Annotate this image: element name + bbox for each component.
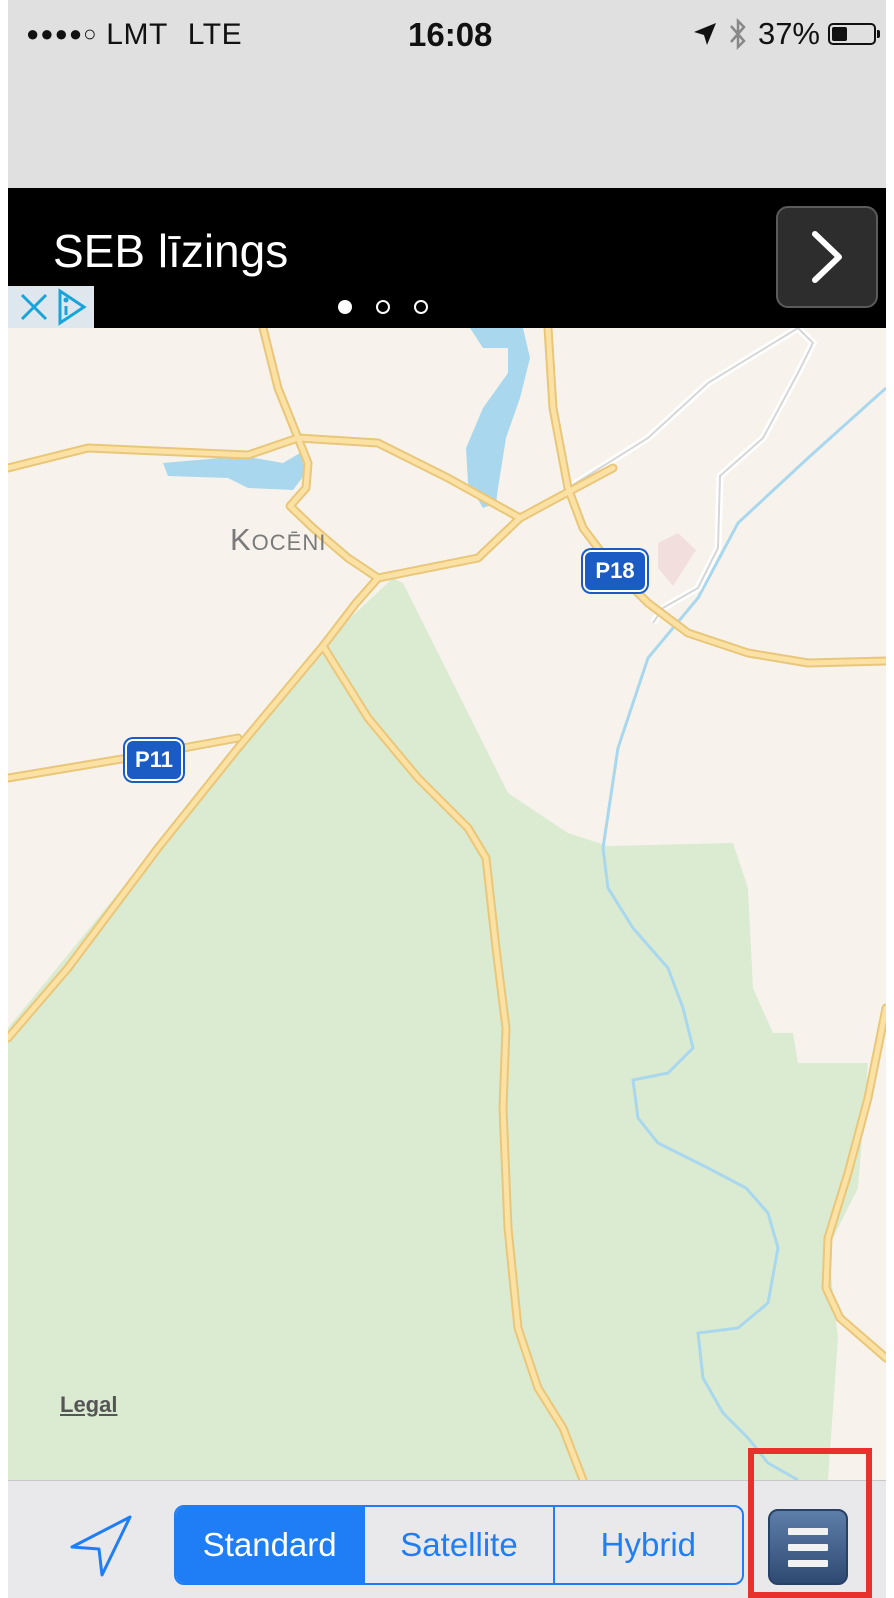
clock: 16:08	[408, 16, 493, 53]
battery-icon	[828, 23, 880, 45]
menu-icon-bar	[788, 1543, 828, 1551]
road-shield-p18: P18	[585, 552, 645, 590]
menu-icon	[788, 1527, 828, 1535]
ad-title: SEB līzings	[53, 225, 289, 277]
ad-page-indicator	[338, 300, 438, 320]
bluetooth-icon	[730, 17, 746, 51]
ad-page-dot	[338, 300, 352, 314]
signal-strength: ●●●●○	[26, 21, 98, 46]
menu-button[interactable]	[768, 1509, 848, 1585]
ad-controls	[8, 286, 94, 328]
location-arrow-icon[interactable]	[66, 1511, 136, 1581]
status-bar: ●●●●○ LMT LTE 16:08 37%	[8, 0, 886, 80]
menu-icon-bar	[788, 1559, 828, 1567]
ad-banner[interactable]: SEB līzings	[8, 188, 886, 328]
map-type-standard[interactable]: Standard	[176, 1507, 366, 1583]
ad-page-dot	[376, 300, 390, 314]
carrier-info: ●●●●○ LMT LTE	[26, 18, 242, 52]
app-screen: ●●●●○ LMT LTE 16:08 37% Kocēni P18 P11 L…	[8, 0, 886, 1598]
legal-link[interactable]: Legal	[60, 1392, 117, 1418]
location-arrow-icon	[693, 23, 716, 45]
ad-arrow-button[interactable]	[776, 206, 878, 308]
road-shield-p11: P11	[127, 741, 181, 779]
map-type-hybrid[interactable]: Hybrid	[555, 1507, 742, 1583]
battery-percent: 37%	[757, 16, 820, 51]
map-type-selector: Standard Satellite Hybrid	[174, 1505, 744, 1585]
adchoices-icon[interactable]	[54, 287, 90, 327]
nav-bar	[8, 80, 886, 188]
carrier-name: LMT	[106, 18, 168, 51]
map-view[interactable]	[8, 328, 886, 1480]
chevron-right-icon	[812, 231, 842, 283]
ad-page-dot	[414, 300, 428, 314]
status-icons: 37%	[692, 16, 880, 52]
bottom-toolbar: Standard Satellite Hybrid	[8, 1480, 886, 1598]
network-type: LTE	[187, 18, 243, 51]
map-type-satellite[interactable]: Satellite	[365, 1507, 555, 1583]
place-label-koceni: Kocēni	[230, 522, 327, 557]
close-icon[interactable]	[14, 287, 54, 327]
